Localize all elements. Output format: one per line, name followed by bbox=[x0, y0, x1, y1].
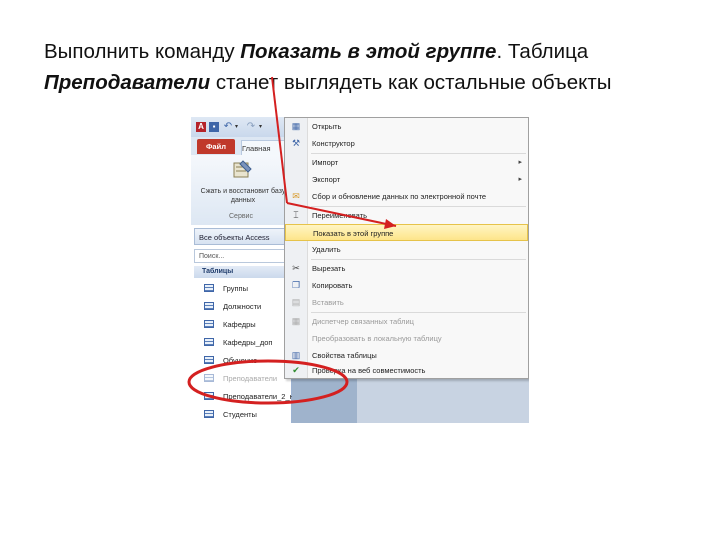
nav-item-label: Кафедры bbox=[223, 320, 256, 329]
chevron-down-icon[interactable]: ▾ bbox=[259, 123, 262, 130]
menu-item-label: Сбор и обновление данных по электронной … bbox=[312, 192, 487, 201]
properties-icon: ▥ bbox=[291, 350, 301, 360]
ribbon-tabs: Файл Главная bbox=[191, 137, 293, 156]
nav-item-table[interactable]: Обучение bbox=[204, 353, 292, 368]
menu-item-open[interactable]: ▦ Открыть bbox=[285, 118, 528, 135]
redo-icon[interactable]: ↷ bbox=[246, 122, 256, 132]
menu-item-convert-local[interactable]: Преобразовать в локальную таблицу bbox=[285, 330, 528, 347]
nav-item-label: Кафедры_доп bbox=[223, 338, 273, 347]
table-icon bbox=[204, 356, 214, 364]
save-icon[interactable]: ▪ bbox=[209, 122, 219, 132]
menu-item-show-in-group[interactable]: Показать в этой группе bbox=[285, 224, 528, 241]
tab-file[interactable]: Файл bbox=[197, 139, 235, 154]
rename-icon: ⌶ bbox=[293, 210, 299, 220]
menu-item-label: Диспетчер связанных таблиц bbox=[312, 317, 414, 326]
design-view-icon: ⚒ bbox=[291, 138, 301, 148]
menu-item-label: Проверка на веб совместимость bbox=[312, 366, 426, 375]
nav-item-label: Преподаватели bbox=[223, 374, 278, 383]
nav-search-input[interactable]: Поиск... bbox=[194, 249, 290, 263]
paste-icon: ▤ bbox=[291, 297, 301, 307]
menu-item-label: Удалить bbox=[312, 245, 341, 254]
nav-item-table[interactable]: Кафедры bbox=[204, 317, 292, 332]
nav-item-table[interactable]: Кафедры_доп bbox=[204, 335, 292, 350]
caption-text: . Таблица bbox=[496, 40, 589, 63]
compact-repair-icon bbox=[233, 160, 252, 178]
navigation-pane: Все объекты Access Поиск... Таблицы Груп… bbox=[191, 225, 292, 423]
caption-text: Выполнить команду bbox=[44, 40, 241, 63]
table-icon bbox=[204, 410, 214, 418]
context-menu: ▦ Открыть ⚒ Конструктор Импорт ▸ Экспорт ▸ ✉… bbox=[284, 117, 529, 379]
nav-pane-header[interactable]: Все объекты Access bbox=[194, 228, 290, 245]
menu-item-label: Вставить bbox=[312, 298, 344, 307]
cut-icon: ✂ bbox=[292, 263, 300, 273]
menu-item-label: Вырезать bbox=[312, 264, 346, 273]
nav-item-table[interactable]: Преподаватели_2_новых bbox=[204, 389, 292, 404]
menu-item-label: Показать в этой группе bbox=[313, 229, 394, 238]
menu-item-paste[interactable]: ▤ Вставить bbox=[285, 294, 528, 311]
menu-item-delete[interactable]: Удалить bbox=[285, 241, 528, 258]
undo-icon[interactable]: ↶ bbox=[223, 122, 233, 132]
submenu-arrow-icon: ▸ bbox=[518, 176, 522, 183]
table-icon bbox=[204, 392, 214, 400]
table-icon bbox=[204, 320, 214, 328]
menu-item-rename[interactable]: ⌶ Переименовать bbox=[285, 207, 528, 224]
menu-item-export[interactable]: Экспорт ▸ bbox=[285, 171, 528, 188]
copy-icon: ❐ bbox=[291, 280, 301, 290]
nav-item-label: Обучение bbox=[223, 356, 258, 365]
menu-item-cut[interactable]: ✂ Вырезать bbox=[285, 260, 528, 277]
menu-item-label: Переименовать bbox=[312, 211, 367, 220]
table-icon bbox=[204, 302, 214, 310]
nav-item-table[interactable]: Студенты bbox=[204, 407, 292, 422]
menu-item-label: Экспорт bbox=[312, 175, 341, 184]
menu-item-design[interactable]: ⚒ Конструктор bbox=[285, 135, 528, 152]
ribbon: Сжать и восстановит базу данных Сервис bbox=[191, 155, 291, 226]
menu-item-linked-table-manager[interactable]: ▦ Диспетчер связанных таблиц bbox=[285, 313, 528, 330]
caption-text: станет выглядеть как остальные объекты bbox=[210, 71, 612, 94]
access-logo-icon: A bbox=[196, 122, 206, 132]
submenu-arrow-icon: ▸ bbox=[518, 159, 522, 166]
caption-table-name: Преподаватели bbox=[44, 71, 211, 94]
compact-repair-button[interactable]: Сжать и восстановит базу данных bbox=[195, 187, 291, 205]
linked-table-icon: ▦ bbox=[291, 316, 301, 326]
table-icon bbox=[204, 284, 214, 292]
menu-item-copy[interactable]: ❐ Копировать bbox=[285, 277, 528, 294]
caption-command: Показать в этой группе bbox=[240, 40, 497, 63]
nav-item-table[interactable]: Должности bbox=[204, 299, 292, 314]
nav-item-label: Группы bbox=[223, 284, 248, 293]
slide-caption: Выполнить команду Показать в этой группе… bbox=[44, 36, 694, 98]
menu-item-web-compat[interactable]: ✔ Проверка на веб совместимость bbox=[285, 362, 528, 379]
table-icon bbox=[204, 338, 214, 346]
menu-item-label: Открыть bbox=[312, 122, 342, 131]
chevron-down-icon[interactable]: ▾ bbox=[235, 123, 238, 130]
nav-item-label: Должности bbox=[223, 302, 262, 311]
quick-access-toolbar: A ▪ ↶ ▾ ↷ ▾ bbox=[191, 117, 291, 137]
email-collect-icon: ✉ bbox=[292, 191, 300, 201]
menu-item-import[interactable]: Импорт ▸ bbox=[285, 154, 528, 171]
menu-item-collect-email[interactable]: ✉ Сбор и обновление данных по электронной… bbox=[285, 188, 528, 205]
table-icon bbox=[204, 374, 214, 382]
menu-item-label: Преобразовать в локальную таблицу bbox=[312, 334, 442, 343]
document-pane bbox=[357, 377, 529, 423]
nav-item-teachers-hidden[interactable]: Преподаватели bbox=[204, 371, 292, 386]
nav-item-label: Студенты bbox=[223, 410, 257, 419]
menu-item-label: Конструктор bbox=[312, 139, 355, 148]
menu-item-label: Копировать bbox=[312, 281, 353, 290]
nav-item-label: Преподаватели_2_новых bbox=[223, 392, 292, 401]
ribbon-group-label: Сервис bbox=[229, 213, 253, 220]
access-screenshot: A ▪ ↶ ▾ ↷ ▾ Файл Главная Сжать и восстан… bbox=[191, 117, 529, 423]
nav-item-table[interactable]: Группы bbox=[204, 281, 292, 296]
nav-group-tables[interactable]: Таблицы bbox=[194, 266, 290, 278]
open-table-icon: ▦ bbox=[291, 121, 301, 131]
checkmark-icon: ✔ bbox=[292, 365, 300, 375]
menu-item-label: Импорт bbox=[312, 158, 339, 167]
